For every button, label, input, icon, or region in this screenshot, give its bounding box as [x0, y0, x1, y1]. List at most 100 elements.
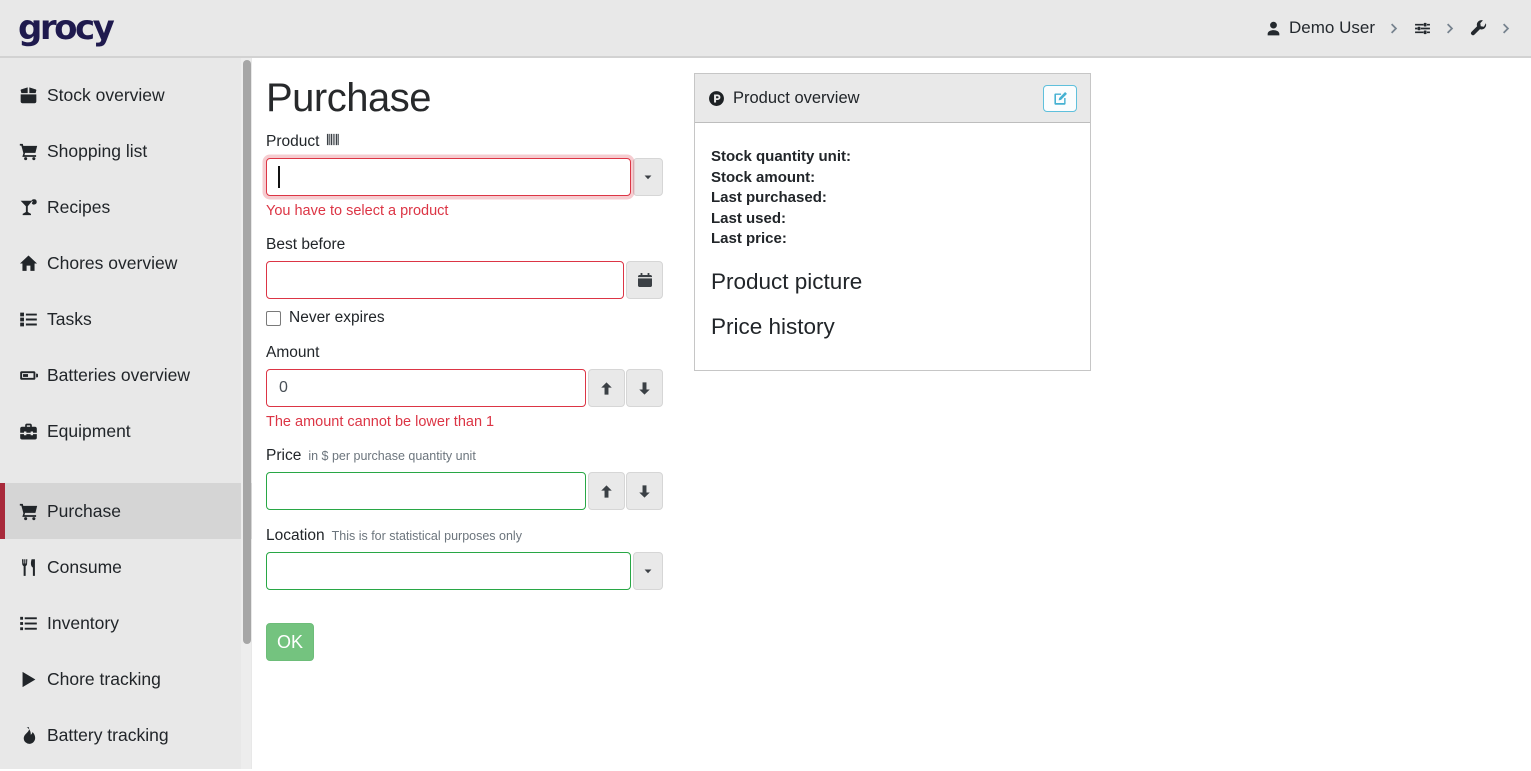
sidebar-item-chore-tracking[interactable]: Chore tracking — [0, 651, 252, 707]
sidebar-item-battery-tracking[interactable]: Battery tracking — [0, 707, 252, 763]
top-navbar: grocy Demo User — [0, 0, 1531, 58]
user-label: Demo User — [1289, 18, 1375, 38]
product-circle-icon — [708, 90, 725, 107]
last-used-field: Last used: — [711, 209, 1074, 230]
sliders-icon — [1414, 20, 1431, 37]
amount-group: Amount The amount cannot be — [266, 344, 663, 430]
sidebar-item-label: Equipment — [47, 421, 131, 442]
cocktail-icon — [19, 198, 38, 217]
list-icon — [19, 614, 38, 633]
sidebar-item-recipes[interactable]: Recipes — [0, 179, 252, 235]
location-input[interactable] — [266, 552, 631, 590]
last-price-field: Last price: — [711, 229, 1074, 250]
panel-header: Product overview — [695, 74, 1090, 123]
sidebar-item-label: Shopping list — [47, 141, 147, 162]
box-icon — [19, 86, 38, 105]
best-before-group: Best before Never expires — [266, 236, 663, 327]
sidebar-item-inventory[interactable]: Inventory — [0, 595, 252, 651]
sidebar-item-label: Batteries overview — [47, 365, 190, 386]
price-history-heading: Price history — [711, 314, 1074, 340]
amount-input[interactable] — [266, 369, 586, 407]
arrow-down-icon — [637, 484, 652, 499]
product-group: Product You have to — [266, 133, 663, 219]
shopping-cart-icon — [19, 142, 38, 161]
sidebar-scrollbar[interactable] — [243, 60, 251, 644]
sidebar-item-label: Tasks — [47, 309, 92, 330]
never-expires-label: Never expires — [289, 309, 385, 327]
shopping-cart-icon — [19, 502, 38, 521]
price-hint: in $ per purchase quantity unit — [308, 449, 475, 463]
sidebar: Stock overview Shopping list Recipes Cho… — [0, 58, 252, 769]
panel-body: Stock quantity unit: Stock amount: Last … — [695, 123, 1090, 370]
never-expires-row: Never expires — [266, 309, 663, 327]
sidebar-item-tasks[interactable]: Tasks — [0, 291, 252, 347]
edit-product-button[interactable] — [1043, 85, 1077, 112]
amount-label: Amount — [266, 344, 319, 362]
best-before-input[interactable] — [266, 261, 624, 299]
caret-down-icon — [643, 566, 653, 576]
sidebar-item-batteries-overview[interactable]: Batteries overview — [0, 347, 252, 403]
sidebar-item-label: Stock overview — [47, 85, 165, 106]
sidebar-item-label: Purchase — [47, 501, 121, 522]
arrow-up-icon — [599, 484, 614, 499]
price-label: Price — [266, 447, 301, 465]
barcode-icon — [326, 133, 341, 146]
never-expires-checkbox[interactable] — [266, 311, 281, 326]
calendar-button[interactable] — [626, 261, 663, 299]
toolbox-icon — [19, 422, 38, 441]
sidebar-item-label: Inventory — [47, 613, 119, 634]
location-label: Location — [266, 527, 325, 545]
product-error: You have to select a product — [266, 203, 663, 219]
sidebar-item-chores-overview[interactable]: Chores overview — [0, 235, 252, 291]
last-purchased-field: Last purchased: — [711, 188, 1074, 209]
stock-amount-field: Stock amount: — [711, 168, 1074, 189]
price-input[interactable] — [266, 472, 586, 510]
location-dropdown-button[interactable] — [633, 552, 663, 590]
sidebar-item-purchase[interactable]: Purchase — [0, 483, 252, 539]
tasks-icon — [19, 310, 38, 329]
settings-menu[interactable] — [1414, 20, 1431, 37]
utensils-icon — [19, 558, 38, 577]
product-overview-panel: Product overview Stock quantity unit: St… — [694, 73, 1091, 371]
amount-increment-button[interactable] — [588, 369, 625, 407]
sidebar-item-equipment[interactable]: Equipment — [0, 403, 252, 459]
grocy-logo[interactable]: grocy — [18, 11, 112, 45]
sidebar-item-label: Chores overview — [47, 253, 177, 274]
user-menu[interactable]: Demo User — [1265, 18, 1375, 38]
sidebar-item-shopping-list[interactable]: Shopping list — [0, 123, 252, 179]
chevron-right-icon — [1444, 22, 1457, 35]
navbar-right: Demo User — [1265, 18, 1513, 38]
sidebar-item-consume[interactable]: Consume — [0, 539, 252, 595]
sidebar-item-label: Battery tracking — [47, 725, 169, 746]
location-hint: This is for statistical purposes only — [332, 529, 522, 543]
caret-down-icon — [643, 172, 653, 182]
sidebar-item-label: Chore tracking — [47, 669, 161, 690]
edit-icon — [1053, 91, 1068, 106]
product-input[interactable] — [266, 158, 631, 196]
purchase-form: Product You have to — [266, 133, 663, 661]
price-decrement-button[interactable] — [626, 472, 663, 510]
sidebar-item-label: Consume — [47, 557, 122, 578]
amount-error: The amount cannot be lower than 1 — [266, 414, 663, 430]
stock-quantity-unit-field: Stock quantity unit: — [711, 147, 1074, 168]
product-dropdown-button[interactable] — [633, 158, 663, 196]
main-content: Purchase Product — [252, 58, 1531, 769]
battery-icon — [19, 366, 38, 385]
admin-menu[interactable] — [1470, 20, 1487, 37]
sidebar-item-stock-overview[interactable]: Stock overview — [0, 67, 252, 123]
price-increment-button[interactable] — [588, 472, 625, 510]
arrow-up-icon — [599, 381, 614, 396]
sidebar-item-label: Recipes — [47, 197, 110, 218]
calendar-icon — [637, 272, 653, 288]
product-picture-heading: Product picture — [711, 269, 1074, 295]
amount-decrement-button[interactable] — [626, 369, 663, 407]
text-cursor — [278, 166, 280, 188]
panel-title: Product overview — [733, 89, 860, 108]
play-icon — [19, 670, 38, 689]
best-before-label: Best before — [266, 236, 345, 254]
flame-icon — [19, 726, 38, 745]
wrench-icon — [1470, 20, 1487, 37]
ok-button[interactable]: OK — [266, 623, 314, 661]
product-label: Product — [266, 133, 319, 151]
location-group: Location This is for statistical purpose… — [266, 527, 663, 590]
